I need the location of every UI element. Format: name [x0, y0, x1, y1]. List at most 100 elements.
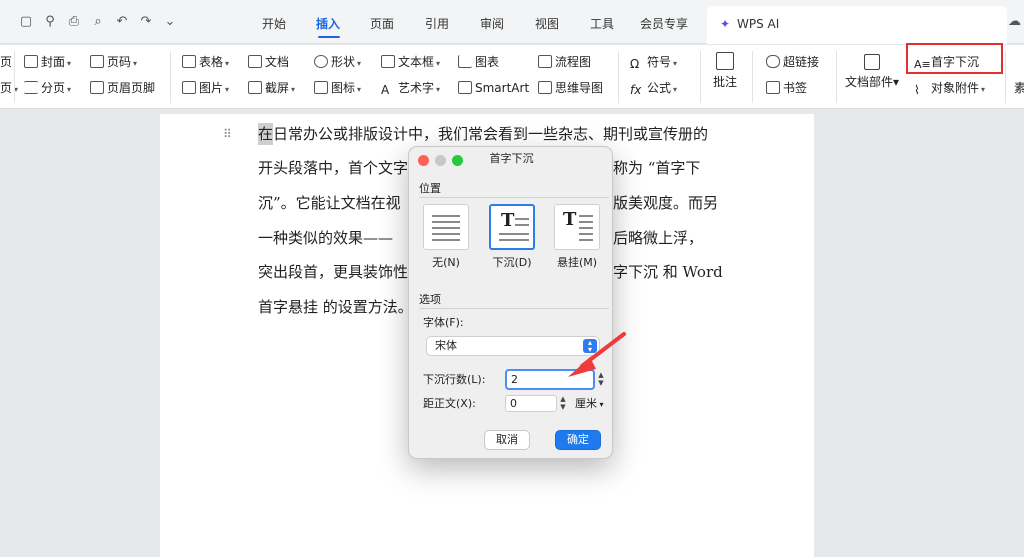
document-icon: [248, 55, 262, 68]
tab-view[interactable]: 视图: [535, 15, 559, 33]
ribbon-cut-item-right[interactable]: 素: [1014, 80, 1024, 96]
picture-icon: [182, 81, 196, 94]
doc-line-fragment: 称为 “首字下: [613, 159, 701, 177]
wordart-button[interactable]: A 艺术字 ▾: [381, 80, 440, 98]
paragraph-drag-handle[interactable]: ⠿: [223, 127, 232, 141]
smartart-icon: [458, 81, 472, 94]
position-margin-label: 悬挂(M): [556, 256, 598, 269]
tab-references[interactable]: 引用: [425, 15, 449, 33]
undo-icon[interactable]: ↶: [114, 14, 130, 30]
tab-tools[interactable]: 工具: [590, 15, 614, 33]
text-line: [432, 227, 460, 229]
doc-parts-button[interactable]: 文档部件▾: [842, 54, 902, 90]
text-line: [432, 221, 460, 223]
distance-stepper[interactable]: ▲ ▼: [558, 395, 568, 412]
redo-icon[interactable]: ↷: [138, 14, 154, 30]
font-label: 字体(F):: [423, 316, 464, 329]
distance-input[interactable]: 0: [505, 395, 557, 412]
symbol-button[interactable]: Ω 符号 ▾: [630, 54, 677, 72]
shape-button[interactable]: 形状 ▾: [314, 54, 361, 72]
cover-button[interactable]: 封面 ▾: [24, 54, 71, 72]
ribbon-separator: [170, 51, 171, 103]
wps-writer-window: ▢ ⚲ ⎙ ⌕ ↶ ↷ ⌄ 开始 插入 页面 引用 审阅 视图 工具 会员专享 …: [0, 0, 1024, 557]
smartart-button[interactable]: SmartArt: [458, 80, 529, 96]
icon-library-button[interactable]: 图标 ▾: [314, 80, 361, 98]
table-icon: [182, 55, 196, 68]
position-dropped-label: 下沉(D): [492, 256, 532, 269]
position-section-label: 位置: [419, 182, 441, 195]
print-preview-icon[interactable]: ⌕: [90, 14, 106, 30]
hanging-t-glyph: T: [563, 209, 577, 230]
quick-access-dropdown-icon[interactable]: ⌄: [162, 14, 178, 30]
paperclip-icon: ⌇: [914, 83, 920, 97]
doc-line: 突出段首，更具装饰性: [258, 263, 409, 281]
text-line: [579, 221, 593, 223]
active-tab-indicator: [318, 36, 340, 38]
ok-button[interactable]: 确定: [555, 430, 601, 450]
doc-line: 开头段落中，首个文字: [258, 159, 409, 177]
print-icon[interactable]: ⎙: [66, 14, 82, 30]
ribbon-separator: [836, 51, 837, 103]
ribbon-cut-item-top[interactable]: 页: [0, 54, 12, 70]
flowchart-button[interactable]: 流程图: [538, 54, 591, 70]
ribbon-separator: [700, 51, 701, 103]
doc-line: 一种类似的效果——: [258, 229, 394, 247]
hyperlink-button[interactable]: 超链接: [766, 54, 819, 70]
page-break-button[interactable]: 分页 ▾: [24, 80, 71, 98]
header-footer-icon: [90, 81, 104, 94]
page-number-button[interactable]: 页码 ▾: [90, 54, 137, 72]
ribbon-separator: [14, 51, 15, 103]
insert-ribbon: 页 页 ▾ 封面 ▾ 页码 ▾ 分页 ▾ 页眉页脚 表格 ▾ 文档 图片 ▾ 截屏 ▾ 形状 ▾…: [0, 45, 1024, 109]
position-none-option[interactable]: [423, 204, 469, 250]
position-none-label: 无(N): [432, 256, 460, 269]
text-line: [432, 233, 460, 235]
tab-review[interactable]: 审阅: [480, 15, 504, 33]
text-line: [579, 233, 593, 235]
table-button[interactable]: 表格 ▾: [182, 54, 229, 72]
save-icon[interactable]: ▢: [18, 14, 34, 30]
tab-insert[interactable]: 插入: [316, 15, 340, 33]
position-margin-option[interactable]: T: [554, 204, 600, 250]
cancel-button[interactable]: 取消: [484, 430, 530, 450]
doc-line: 在日常办公或排版设计中，我们常会看到一些杂志、期刊或宣传册的: [258, 125, 709, 143]
drop-cap-highlight-box: [906, 43, 1003, 74]
document-button[interactable]: 文档: [248, 54, 289, 70]
wordart-icon: A: [381, 83, 390, 97]
page-number-icon: [90, 55, 104, 68]
tab-page[interactable]: 页面: [370, 15, 394, 33]
picture-button[interactable]: 图片 ▾: [182, 80, 229, 98]
ribbon-cut-item-bottom[interactable]: 页 ▾: [0, 80, 18, 98]
dialog-title: 首字下沉: [489, 152, 534, 165]
text-line: [579, 215, 593, 217]
chart-button[interactable]: 图表: [458, 54, 499, 70]
format-painter-icon[interactable]: ⚲: [42, 14, 58, 30]
text-line: [579, 227, 593, 229]
header-footer-button[interactable]: 页眉页脚: [90, 80, 155, 96]
doc-line-fragment: 字下沉 和 Word: [613, 263, 723, 281]
position-dropped-option[interactable]: T: [489, 204, 535, 250]
cloud-sync-icon[interactable]: ☁: [1008, 14, 1021, 29]
unit-select[interactable]: 厘米 ▾: [575, 397, 604, 412]
doc-line-fragment: 后略微上浮，: [613, 229, 704, 247]
formula-button[interactable]: fx 公式 ▾: [630, 80, 677, 98]
bookmark-button[interactable]: 书签: [766, 80, 807, 96]
text-line: [515, 218, 529, 220]
wps-ai-icon[interactable]: ✦: [720, 15, 730, 33]
tab-member[interactable]: 会员专享: [640, 15, 688, 33]
textbox-button[interactable]: 文本框 ▾: [381, 54, 440, 72]
mindmap-button[interactable]: 思维导图: [538, 80, 603, 96]
cover-icon: [24, 55, 38, 68]
doc-line: 沉”。它能让文档在视: [258, 194, 401, 212]
chart-icon: [458, 55, 472, 68]
options-section-label: 选项: [419, 293, 441, 306]
screenshot-button[interactable]: 截屏 ▾: [248, 80, 295, 98]
page-break-icon: [24, 81, 38, 94]
attachment-button[interactable]: ⌇ 对象附件 ▾: [914, 80, 985, 98]
doc-line: 首字悬挂 的设置方法。: [258, 298, 413, 316]
tab-wps-ai[interactable]: WPS AI: [737, 15, 779, 33]
text-line: [432, 215, 460, 217]
comment-button[interactable]: 批注: [710, 52, 740, 90]
doc-parts-icon: [864, 54, 880, 70]
flowchart-icon: [538, 55, 552, 68]
tab-home[interactable]: 开始: [262, 15, 286, 33]
